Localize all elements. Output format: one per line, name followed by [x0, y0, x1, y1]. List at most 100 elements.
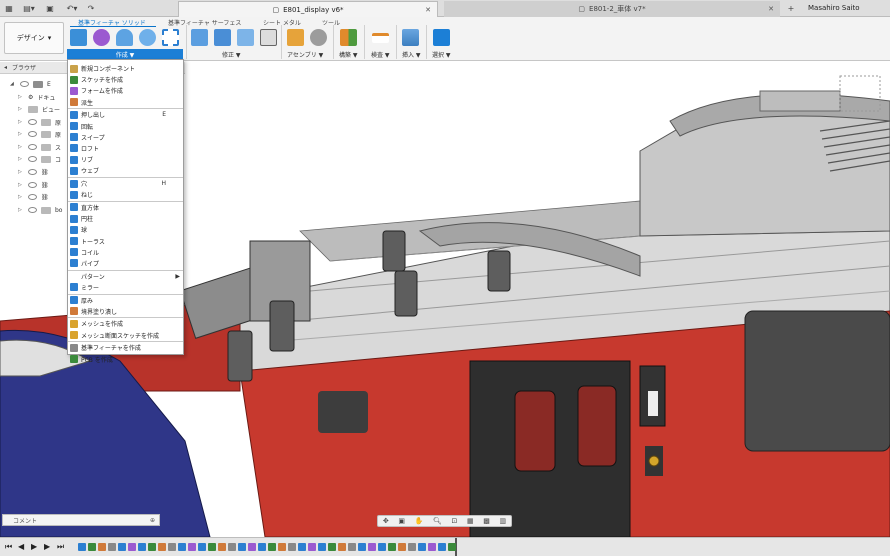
workspace-switcher[interactable]: デザイン ▾ — [4, 22, 64, 54]
timeline-last-icon[interactable]: ⏭ — [57, 542, 64, 552]
timeline-feature-icon[interactable] — [398, 543, 406, 551]
visibility-icon[interactable] — [28, 119, 37, 125]
visibility-icon[interactable] — [28, 194, 37, 200]
tree-item[interactable]: ▷ ス — [18, 142, 61, 152]
timeline-feature-icon[interactable] — [408, 543, 416, 551]
timeline-feature-icon[interactable] — [128, 543, 136, 551]
create-menu-item[interactable]: PCB を作成 — [68, 354, 183, 365]
new-joint-icon[interactable] — [287, 29, 304, 46]
visibility-icon[interactable] — [28, 182, 37, 188]
visibility-icon[interactable] — [28, 156, 37, 162]
visibility-icon[interactable] — [28, 131, 37, 137]
tree-item[interactable]: ▷ ⛓ — [18, 167, 53, 177]
plane-icon[interactable] — [162, 29, 179, 46]
select-arrow-icon[interactable] — [433, 29, 450, 46]
timeline-feature-icon[interactable] — [338, 543, 346, 551]
timeline-feature-icon[interactable] — [228, 543, 236, 551]
create-menu-item[interactable]: ミラー — [68, 282, 183, 293]
inspect-dropdown[interactable]: 検査 ▼ — [371, 50, 390, 59]
add-icon[interactable]: ⊕ — [150, 517, 155, 524]
timeline-feature-icon[interactable] — [418, 543, 426, 551]
collapse-icon[interactable]: ◂ — [4, 64, 7, 71]
file-menu-icon[interactable]: ▤▾ — [20, 3, 38, 14]
timeline-feature-icon[interactable] — [308, 543, 316, 551]
create-menu-item[interactable]: パターン ▶ — [68, 271, 183, 282]
insert-dropdown[interactable]: 挿入 ▼ — [402, 50, 421, 59]
timeline-feature-icon[interactable] — [448, 543, 456, 551]
timeline-feature-icon[interactable] — [138, 543, 146, 551]
expand-icon[interactable]: ▷ — [18, 194, 24, 200]
expand-icon[interactable]: ▷ — [18, 156, 24, 162]
timeline-feature-icon[interactable] — [168, 543, 176, 551]
timeline-feature-icon[interactable] — [428, 543, 436, 551]
create-menu-item[interactable]: 直方体 — [68, 202, 183, 213]
timeline-first-icon[interactable]: ⏮ — [5, 542, 12, 552]
tree-item[interactable]: ▷ コ — [18, 154, 61, 164]
fillet-icon[interactable] — [214, 29, 231, 46]
timeline-prev-icon[interactable]: ◀ — [18, 542, 24, 551]
visibility-icon[interactable] — [28, 169, 37, 175]
tree-item[interactable]: ▷ 原 — [18, 117, 61, 127]
create-menu-item[interactable]: スケッチを作成 — [68, 74, 183, 85]
timeline-feature-icon[interactable] — [318, 543, 326, 551]
timeline-feature-icon[interactable] — [108, 543, 116, 551]
expand-icon[interactable]: ▷ — [18, 106, 24, 112]
grid-settings-icon[interactable]: ▩ — [483, 517, 490, 525]
joint-icon[interactable] — [310, 29, 327, 46]
timeline-feature-icon[interactable] — [278, 543, 286, 551]
tree-item[interactable]: ▷ 原 — [18, 129, 61, 139]
select-dropdown[interactable]: 選択 ▼ — [432, 50, 451, 59]
assemble-dropdown[interactable]: アセンブリ ▼ — [287, 50, 323, 59]
new-tab-button[interactable]: + — [786, 3, 796, 14]
create-menu-item[interactable]: トーラス — [68, 236, 183, 247]
undo-icon[interactable]: ↶▾ — [63, 3, 81, 14]
timeline-feature-icon[interactable] — [208, 543, 216, 551]
create-menu-item[interactable]: リブ — [68, 154, 183, 165]
pan-icon[interactable]: ✋ — [415, 517, 424, 525]
visibility-icon[interactable] — [20, 81, 29, 87]
expand-icon[interactable]: ▷ — [18, 131, 24, 137]
viewports-icon[interactable]: ▥ — [500, 517, 507, 525]
create-menu-item[interactable]: 厚み — [68, 295, 183, 306]
display-settings-icon[interactable]: ▦ — [467, 517, 474, 525]
tab-surface[interactable]: 基準フィーチャ サーフェス — [168, 18, 241, 27]
look-at-icon[interactable]: ▣ — [398, 517, 405, 525]
user-name[interactable]: Masahiro Saito — [808, 4, 860, 12]
create-menu-item[interactable]: 回転 — [68, 121, 183, 132]
create-menu-item[interactable]: 境界塗り潰し — [68, 306, 183, 317]
timeline-feature-icon[interactable] — [368, 543, 376, 551]
create-menu-item[interactable]: 穴H — [68, 178, 183, 189]
insert-image-icon[interactable] — [402, 29, 419, 46]
grid-menu-icon[interactable]: ▦ — [4, 3, 14, 14]
orbit-icon[interactable]: ✥ — [383, 517, 389, 525]
timeline-play-icon[interactable]: ▶ — [31, 542, 37, 551]
new-component-icon[interactable] — [70, 29, 87, 46]
create-menu-item[interactable]: メッシュを作成 — [68, 318, 183, 329]
timeline-feature-icon[interactable] — [78, 543, 86, 551]
timeline-feature-icon[interactable] — [348, 543, 356, 551]
timeline-next-icon[interactable]: ▶ — [44, 542, 50, 551]
expand-icon[interactable]: ▷ — [18, 169, 24, 175]
browser-root[interactable]: ◢ E — [10, 79, 51, 89]
create-dropdown[interactable]: 作成 ▼ — [67, 49, 183, 59]
close-icon[interactable]: ✕ — [425, 6, 431, 14]
create-menu-item[interactable]: メッシュ断面スケッチを作成 — [68, 330, 183, 341]
zoom-icon[interactable]: 🔍︎ — [433, 517, 442, 525]
tree-item[interactable]: ▷ ⛓ — [18, 192, 53, 202]
revolve-icon[interactable] — [116, 29, 133, 46]
tree-item[interactable]: ▷ ⛓ — [18, 180, 53, 190]
create-menu-item[interactable]: ウェブ — [68, 165, 183, 176]
create-menu-item[interactable]: 球 — [68, 224, 183, 235]
tab-tools[interactable]: ツール — [322, 18, 340, 27]
offset-plane-icon[interactable] — [340, 29, 357, 46]
close-icon[interactable]: ✕ — [768, 5, 774, 13]
comments-panel[interactable]: コメント ⊕ — [2, 514, 160, 526]
modify-dropdown[interactable]: 修正 ▼ — [222, 50, 241, 59]
create-menu-item[interactable]: コイル — [68, 247, 183, 258]
expand-icon[interactable]: ▷ — [18, 207, 24, 213]
fit-icon[interactable]: ⊡ — [451, 517, 457, 525]
redo-icon[interactable]: ↷ — [85, 3, 97, 14]
press-pull-icon[interactable] — [191, 29, 208, 46]
expand-icon[interactable]: ▷ — [18, 144, 24, 150]
visibility-icon[interactable] — [28, 207, 37, 213]
